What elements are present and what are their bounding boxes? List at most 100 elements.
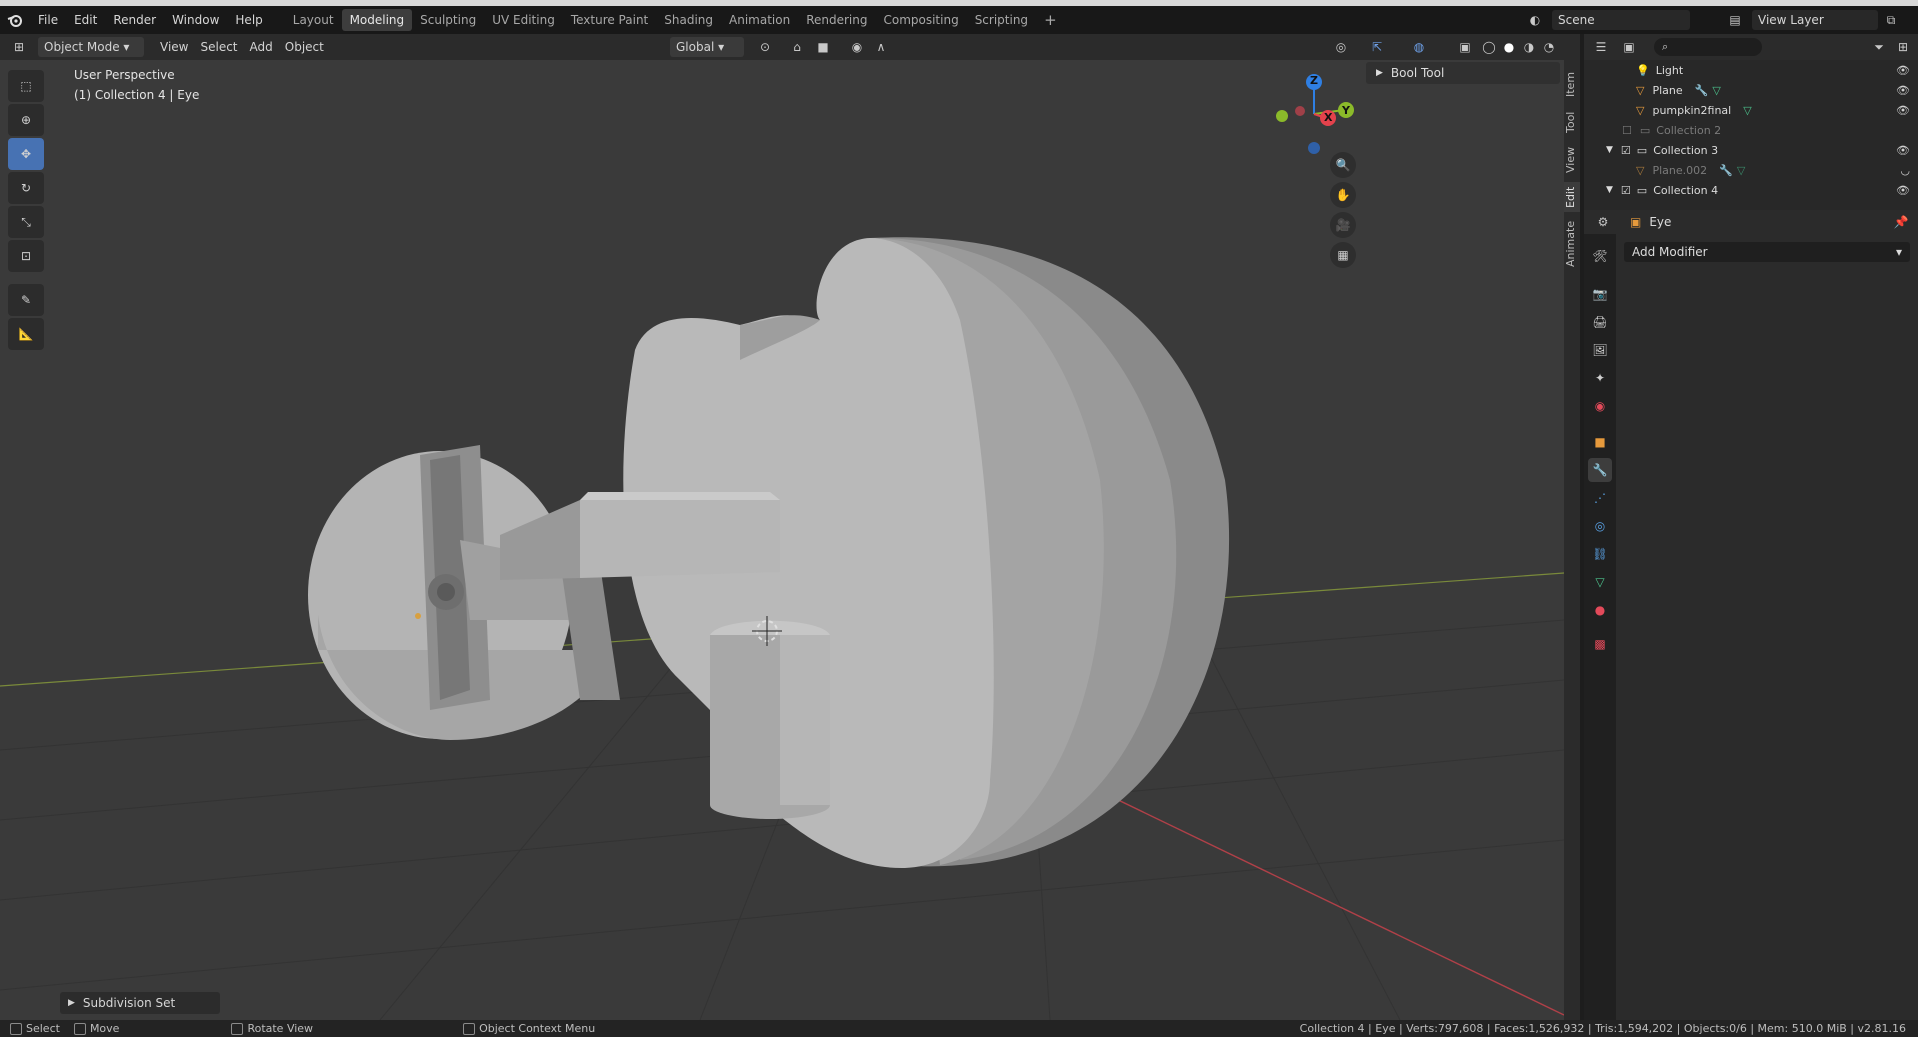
exclude-checkbox[interactable]: ☐ bbox=[1622, 124, 1632, 137]
bool-tool-panel[interactable]: ▶ Bool Tool bbox=[1366, 62, 1560, 84]
physics-properties-icon[interactable]: ◎ bbox=[1588, 514, 1612, 538]
tab-sculpting[interactable]: Sculpting bbox=[412, 9, 484, 31]
outliner-row-pumpkin[interactable]: ▽ pumpkin2final ▽ 👁 bbox=[1584, 100, 1918, 120]
visibility-eye-icon[interactable]: 👁 bbox=[1896, 104, 1910, 117]
tab-animate[interactable]: Animate bbox=[1564, 216, 1580, 272]
display-mode-icon[interactable]: ▣ bbox=[1618, 37, 1640, 57]
menu-window[interactable]: Window bbox=[164, 9, 227, 31]
menu-help[interactable]: Help bbox=[227, 9, 270, 31]
new-collection-icon[interactable]: ⊞ bbox=[1892, 37, 1914, 57]
menu-edit[interactable]: Edit bbox=[66, 9, 105, 31]
outliner-search-input[interactable]: ⌕ bbox=[1654, 38, 1762, 56]
scene-field[interactable]: Scene bbox=[1552, 10, 1690, 30]
shading-wireframe-icon[interactable]: ◯ bbox=[1478, 37, 1500, 57]
tab-rendering[interactable]: Rendering bbox=[798, 9, 875, 31]
render-properties-icon[interactable]: 📷 bbox=[1588, 282, 1612, 306]
orientation-dropdown[interactable]: Global ▾ bbox=[670, 37, 744, 57]
include-checkbox[interactable]: ☑ bbox=[1621, 144, 1631, 157]
tab-animation[interactable]: Animation bbox=[721, 9, 798, 31]
visibility-eye-icon[interactable]: 👁 bbox=[1896, 144, 1910, 157]
tab-texture-paint[interactable]: Texture Paint bbox=[563, 9, 656, 31]
tab-item[interactable]: Item bbox=[1564, 66, 1580, 102]
shading-solid-icon[interactable]: ● bbox=[1498, 37, 1520, 57]
texture-properties-icon[interactable]: ▩ bbox=[1588, 632, 1612, 656]
menu-render[interactable]: Render bbox=[105, 9, 164, 31]
tab-modeling[interactable]: Modeling bbox=[341, 9, 413, 31]
move-tool-icon[interactable]: ✥ bbox=[8, 138, 44, 170]
collapse-arrow-icon[interactable]: ▼ bbox=[1606, 185, 1613, 195]
scene-selector-icon[interactable]: ◐ bbox=[1524, 10, 1546, 30]
gizmo-toggle-icon[interactable]: ⇱ bbox=[1366, 37, 1388, 57]
outliner-row-light[interactable]: 💡 Light 👁 bbox=[1584, 60, 1918, 80]
tab-tool[interactable]: Tool bbox=[1564, 106, 1580, 138]
view-layer-properties-icon[interactable]: 🖼 bbox=[1588, 338, 1612, 362]
include-checkbox[interactable]: ☑ bbox=[1621, 184, 1631, 197]
xray-icon[interactable]: ▣ bbox=[1454, 37, 1476, 57]
visibility-eye-icon[interactable]: 👁 bbox=[1896, 64, 1910, 77]
pan-hand-icon[interactable]: ✋ bbox=[1330, 182, 1356, 208]
camera-view-icon[interactable]: 🎥 bbox=[1330, 212, 1356, 238]
pivot-icon[interactable]: ⊙ bbox=[754, 37, 776, 57]
tab-compositing[interactable]: Compositing bbox=[875, 9, 966, 31]
add-modifier-dropdown[interactable]: Add Modifier ▾ bbox=[1624, 242, 1910, 262]
outliner-editor-icon[interactable]: ☰ bbox=[1590, 37, 1612, 57]
modifier-properties-icon[interactable]: 🔧 bbox=[1588, 458, 1612, 482]
menu-view[interactable]: View bbox=[154, 37, 194, 57]
rotate-tool-icon[interactable]: ↻ bbox=[8, 172, 44, 204]
last-operator-panel[interactable]: ▶ Subdivision Set bbox=[60, 992, 220, 1014]
hidden-eye-icon[interactable]: ◡ bbox=[1900, 164, 1910, 177]
outliner-row-plane[interactable]: ▽ Plane 🔧 ▽ 👁 bbox=[1584, 80, 1918, 100]
zoom-icon[interactable]: 🔍 bbox=[1330, 152, 1356, 178]
snap-icon[interactable]: ⌂ bbox=[786, 37, 808, 57]
ortho-toggle-icon[interactable]: ▦ bbox=[1330, 242, 1356, 268]
annotate-tool-icon[interactable]: ✎ bbox=[8, 284, 44, 316]
filter-icon[interactable]: ⏷ bbox=[1868, 37, 1890, 57]
material-properties-icon[interactable]: ● bbox=[1588, 598, 1612, 622]
visibility-eye-icon[interactable]: 👁 bbox=[1896, 84, 1910, 97]
tab-scripting[interactable]: Scripting bbox=[967, 9, 1036, 31]
outliner-row-collection-4[interactable]: ▼ ☑ ▭ Collection 4 👁 bbox=[1584, 180, 1918, 200]
tool-settings-icon[interactable]: 🛠 bbox=[1588, 244, 1612, 268]
3d-viewport[interactable]: ⬚ ⊕ ✥ ↻ ⤡ ⊡ ✎ 📐 User Perspective (1) Col… bbox=[0, 60, 1564, 1020]
tab-uv-editing[interactable]: UV Editing bbox=[484, 9, 563, 31]
mesh-data-properties-icon[interactable]: ▽ bbox=[1588, 570, 1612, 594]
tab-shading[interactable]: Shading bbox=[656, 9, 721, 31]
view-layer-field[interactable]: View Layer bbox=[1752, 10, 1878, 30]
tab-view[interactable]: View bbox=[1564, 142, 1580, 178]
world-properties-icon[interactable]: ◉ bbox=[1588, 394, 1612, 418]
object-properties-icon[interactable]: ■ bbox=[1588, 430, 1612, 454]
overlay-toggle-icon[interactable]: ◍ bbox=[1408, 37, 1430, 57]
tab-edit[interactable]: Edit bbox=[1564, 182, 1580, 212]
select-box-tool-icon[interactable]: ⬚ bbox=[8, 70, 44, 102]
snap-target-icon[interactable]: ■ bbox=[812, 37, 834, 57]
constraints-properties-icon[interactable]: ⛓ bbox=[1588, 542, 1612, 566]
proportional-edit-icon[interactable]: ◉ bbox=[846, 37, 868, 57]
blender-logo-icon[interactable] bbox=[0, 6, 30, 34]
add-workspace-button[interactable]: + bbox=[1036, 11, 1065, 29]
measure-tool-icon[interactable]: 📐 bbox=[8, 318, 44, 350]
shading-rendered-icon[interactable]: ◔ bbox=[1538, 37, 1560, 57]
pin-icon[interactable]: 📌 bbox=[1890, 212, 1912, 232]
properties-editor-icon[interactable]: ⚙ bbox=[1592, 212, 1614, 232]
new-view-layer-icon[interactable]: ⧉ bbox=[1880, 10, 1902, 30]
transform-tool-icon[interactable]: ⊡ bbox=[8, 240, 44, 272]
visibility-eye-icon[interactable]: 👁 bbox=[1896, 184, 1910, 197]
menu-file[interactable]: File bbox=[30, 9, 66, 31]
cursor-tool-icon[interactable]: ⊕ bbox=[8, 104, 44, 136]
view-layer-selector-icon[interactable]: ▤ bbox=[1724, 10, 1746, 30]
falloff-icon[interactable]: ∧ bbox=[870, 37, 892, 57]
outliner-row-plane-002[interactable]: ▽ Plane.002 🔧 ▽ ◡ bbox=[1584, 160, 1918, 180]
shading-material-icon[interactable]: ◑ bbox=[1518, 37, 1540, 57]
scene-properties-icon[interactable]: ✦ bbox=[1588, 366, 1612, 390]
outliner-row-collection-2[interactable]: ☐ ▭ Collection 2 bbox=[1584, 120, 1918, 140]
output-properties-icon[interactable]: 🖨 bbox=[1588, 310, 1612, 334]
menu-add[interactable]: Add bbox=[244, 37, 279, 57]
editor-type-icon[interactable]: ⊞ bbox=[8, 37, 30, 57]
collapse-arrow-icon[interactable]: ▼ bbox=[1606, 145, 1613, 155]
mode-dropdown[interactable]: Object Mode ▾ bbox=[38, 37, 144, 57]
menu-select[interactable]: Select bbox=[194, 37, 243, 57]
menu-object[interactable]: Object bbox=[279, 37, 330, 57]
visibility-icon[interactable]: ◎ bbox=[1330, 37, 1352, 57]
tab-layout[interactable]: Layout bbox=[285, 9, 342, 31]
outliner-row-collection-3[interactable]: ▼ ☑ ▭ Collection 3 👁 bbox=[1584, 140, 1918, 160]
